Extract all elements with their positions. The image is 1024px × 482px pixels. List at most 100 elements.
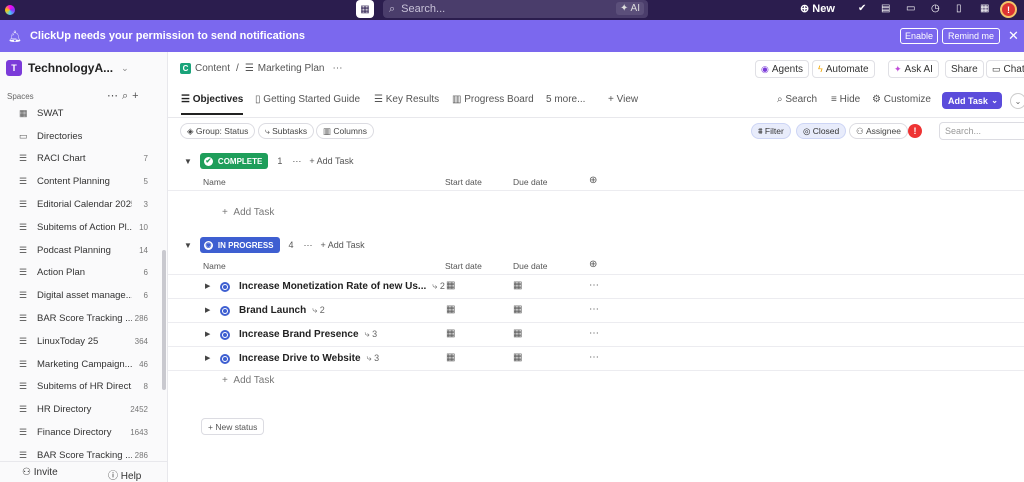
add-task-row[interactable]: + Add Task <box>222 207 274 218</box>
more-icon[interactable]: ⋯ <box>304 240 313 251</box>
group-status-chip[interactable]: ◈ Group: Status <box>180 123 256 139</box>
sidebar-item[interactable]: ☰ HR Directory 2452 <box>0 398 166 421</box>
closed-chip[interactable]: ◎ Closed <box>796 123 847 139</box>
breadcrumb-list[interactable]: Marketing Plan <box>258 63 325 74</box>
subtask-count[interactable]: ⤷ 2 <box>312 305 325 315</box>
alert-badge[interactable]: ! <box>908 124 922 138</box>
sidebar-item[interactable]: ☰ BAR Score Tracking ... 286 <box>0 307 166 330</box>
ai-button[interactable]: ✦ AI <box>615 2 644 15</box>
notepad-icon[interactable]: ▤ <box>881 3 890 14</box>
caret-right-icon[interactable]: ▶ <box>205 354 210 362</box>
column-due-date[interactable]: Due date <box>513 177 548 187</box>
sidebar-item[interactable]: ☰ Finance Directory 1643 <box>0 421 166 444</box>
tab-more[interactable]: 5 more... <box>546 94 585 105</box>
sidebar-item[interactable]: ☰ Subitems of Action Pl... 10 <box>0 216 166 239</box>
column-start-date[interactable]: Start date <box>445 177 482 187</box>
group-add-task-button[interactable]: + Add Task <box>309 156 353 166</box>
agents-button[interactable]: ◉ Agents <box>755 60 809 78</box>
breadcrumb-space[interactable]: Content <box>195 63 230 74</box>
add-task-button[interactable]: Add Task ⌄ <box>942 92 1002 109</box>
tab-getting-started-guide[interactable]: ▯ Getting Started Guide <box>255 94 360 105</box>
sidebar-item[interactable]: ☰ Content Planning 5 <box>0 170 166 193</box>
add-task-row[interactable]: + Add Task <box>222 375 274 386</box>
apps-icon[interactable]: ▦ <box>980 3 989 14</box>
caret-right-icon[interactable]: ▶ <box>205 306 210 314</box>
calendar-icon[interactable]: ▦ <box>446 304 455 315</box>
group-add-task-button[interactable]: + Add Task <box>321 240 365 250</box>
table-row[interactable]: ▶ Increase Brand Presence ⤷ 3 ▦ ▦ ⋯ <box>168 323 1024 347</box>
share-button[interactable]: Share <box>945 60 984 78</box>
chevron-down-icon[interactable]: ⌄ <box>991 96 998 105</box>
sidebar-item[interactable]: ▭ Directories <box>0 125 166 148</box>
sidebar-item[interactable]: ☰ Editorial Calendar 2025 3 <box>0 193 166 216</box>
enable-button[interactable]: Enable <box>900 28 939 44</box>
invite-button[interactable]: ⚇ Invite <box>22 467 58 478</box>
table-row[interactable]: ▶ Increase Monetization Rate of new Us...… <box>168 275 1024 299</box>
task-name[interactable]: Increase Drive to Website ⤷ 3 <box>239 353 379 364</box>
more-icon[interactable]: ⋯ <box>589 280 599 291</box>
subtasks-chip[interactable]: ⤷ Subtasks <box>258 123 315 139</box>
filter-chip[interactable]: ⩩ Filter <box>751 123 791 139</box>
sidebar-item[interactable]: ☰ Marketing Campaign... 46 <box>0 353 166 376</box>
calendar-icon[interactable]: ▦ <box>446 280 455 291</box>
user-avatar[interactable]: ! <box>1000 1 1017 18</box>
subtask-count[interactable]: ⤷ 3 <box>365 329 378 339</box>
check-icon[interactable]: ✔ <box>858 3 866 14</box>
sidebar-item[interactable]: ☰ Action Plan 6 <box>0 262 166 285</box>
subtask-count[interactable]: ⤷ 2 <box>432 281 445 291</box>
status-badge[interactable]: ◉ IN PROGRESS <box>199 237 280 253</box>
sidebar-item[interactable]: ☰ Digital asset manage... 6 <box>0 284 166 307</box>
more-icon[interactable]: ⋯ <box>589 352 599 363</box>
video-icon[interactable]: ▭ <box>906 3 915 14</box>
plus-icon[interactable]: + <box>132 90 142 102</box>
sidebar-item[interactable]: ▦ SWAT <box>0 102 166 125</box>
new-button[interactable]: ⊕ New <box>800 2 835 15</box>
sidebar-scrollbar[interactable] <box>162 250 166 390</box>
more-icon[interactable]: ⋯ <box>107 90 122 102</box>
caret-down-icon[interactable]: ▼ <box>184 157 192 166</box>
more-icon[interactable]: ⋯ <box>589 304 599 315</box>
clickup-logo[interactable] <box>0 0 20 20</box>
sidebar-item[interactable]: ☰ Subitems of HR Direct... 8 <box>0 376 166 399</box>
workspace-switcher[interactable]: T TechnologyA... ⌄ <box>6 60 129 76</box>
new-status-button[interactable]: + New status <box>201 418 265 435</box>
calendar-icon[interactable]: ▦ <box>446 352 455 363</box>
more-icon[interactable]: ⋯ <box>292 156 301 167</box>
help-button[interactable]: ⓘ Help <box>108 467 141 482</box>
columns-chip[interactable]: ▥ Columns <box>316 123 374 139</box>
task-search-input[interactable]: Search... <box>939 122 1024 140</box>
calendar-icon[interactable]: ▦ <box>513 328 522 339</box>
task-name[interactable]: Brand Launch ⤷ 2 <box>239 305 325 316</box>
global-search-input[interactable]: ⌕ Search... ✦ AI <box>383 0 648 18</box>
doc-icon[interactable]: ▯ <box>956 3 962 14</box>
customize-button[interactable]: ⚙ Customize <box>872 94 931 105</box>
column-name[interactable]: Name <box>203 261 226 271</box>
calendar-icon[interactable]: ▦ <box>513 304 522 315</box>
tab-key-results[interactable]: ☰ Key Results <box>374 94 439 105</box>
calendar-icon[interactable]: ▦ <box>513 280 522 291</box>
calendar-icon[interactable]: ▦ <box>356 0 374 18</box>
add-column-icon[interactable]: ⊕ <box>589 259 597 270</box>
task-name[interactable]: Increase Brand Presence ⤷ 3 <box>239 329 377 340</box>
status-icon[interactable] <box>220 282 230 292</box>
close-icon[interactable]: ✕ <box>1008 28 1019 44</box>
more-icon[interactable]: ⋯ <box>332 63 342 74</box>
status-badge[interactable]: ✔ COMPLETE <box>199 153 269 169</box>
status-icon[interactable] <box>220 330 230 340</box>
search-icon[interactable]: ⌕ <box>122 90 132 102</box>
sidebar-item[interactable]: ☰ Podcast Planning 14 <box>0 239 166 262</box>
subtask-count[interactable]: ⤷ 3 <box>367 353 380 363</box>
table-row[interactable]: ▶ Brand Launch ⤷ 2 ▦ ▦ ⋯ <box>168 299 1024 323</box>
remind-me-button[interactable]: Remind me <box>942 28 1001 44</box>
tab-progress-board[interactable]: ▥ Progress Board <box>452 94 534 105</box>
task-name[interactable]: Increase Monetization Rate of new Us... ⤷… <box>239 281 445 292</box>
add-view-button[interactable]: + View <box>608 94 638 105</box>
tab-objectives[interactable]: ☰ Objectives <box>181 94 244 115</box>
chat-button[interactable]: ▭ Chat <box>986 60 1024 78</box>
table-row[interactable]: ▶ Increase Drive to Website ⤷ 3 ▦ ▦ ⋯ <box>168 347 1024 371</box>
column-due-date[interactable]: Due date <box>513 261 548 271</box>
ask-ai-button[interactable]: ✦ Ask AI <box>888 60 939 78</box>
chevron-down-icon[interactable]: ⌄ <box>1010 93 1024 109</box>
search-button[interactable]: ⌕ Search <box>777 94 817 105</box>
assignee-chip[interactable]: ⚇ Assignee <box>849 123 908 139</box>
